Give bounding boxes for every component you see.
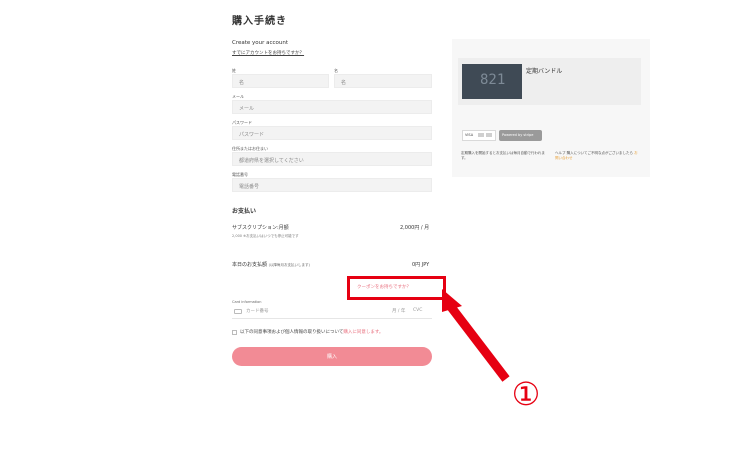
annotation-arrow-shaft xyxy=(444,300,510,382)
annotation-arrow-head xyxy=(442,289,462,312)
annotation-arrow xyxy=(442,289,510,382)
annotation-number-marker: ① xyxy=(511,375,541,413)
